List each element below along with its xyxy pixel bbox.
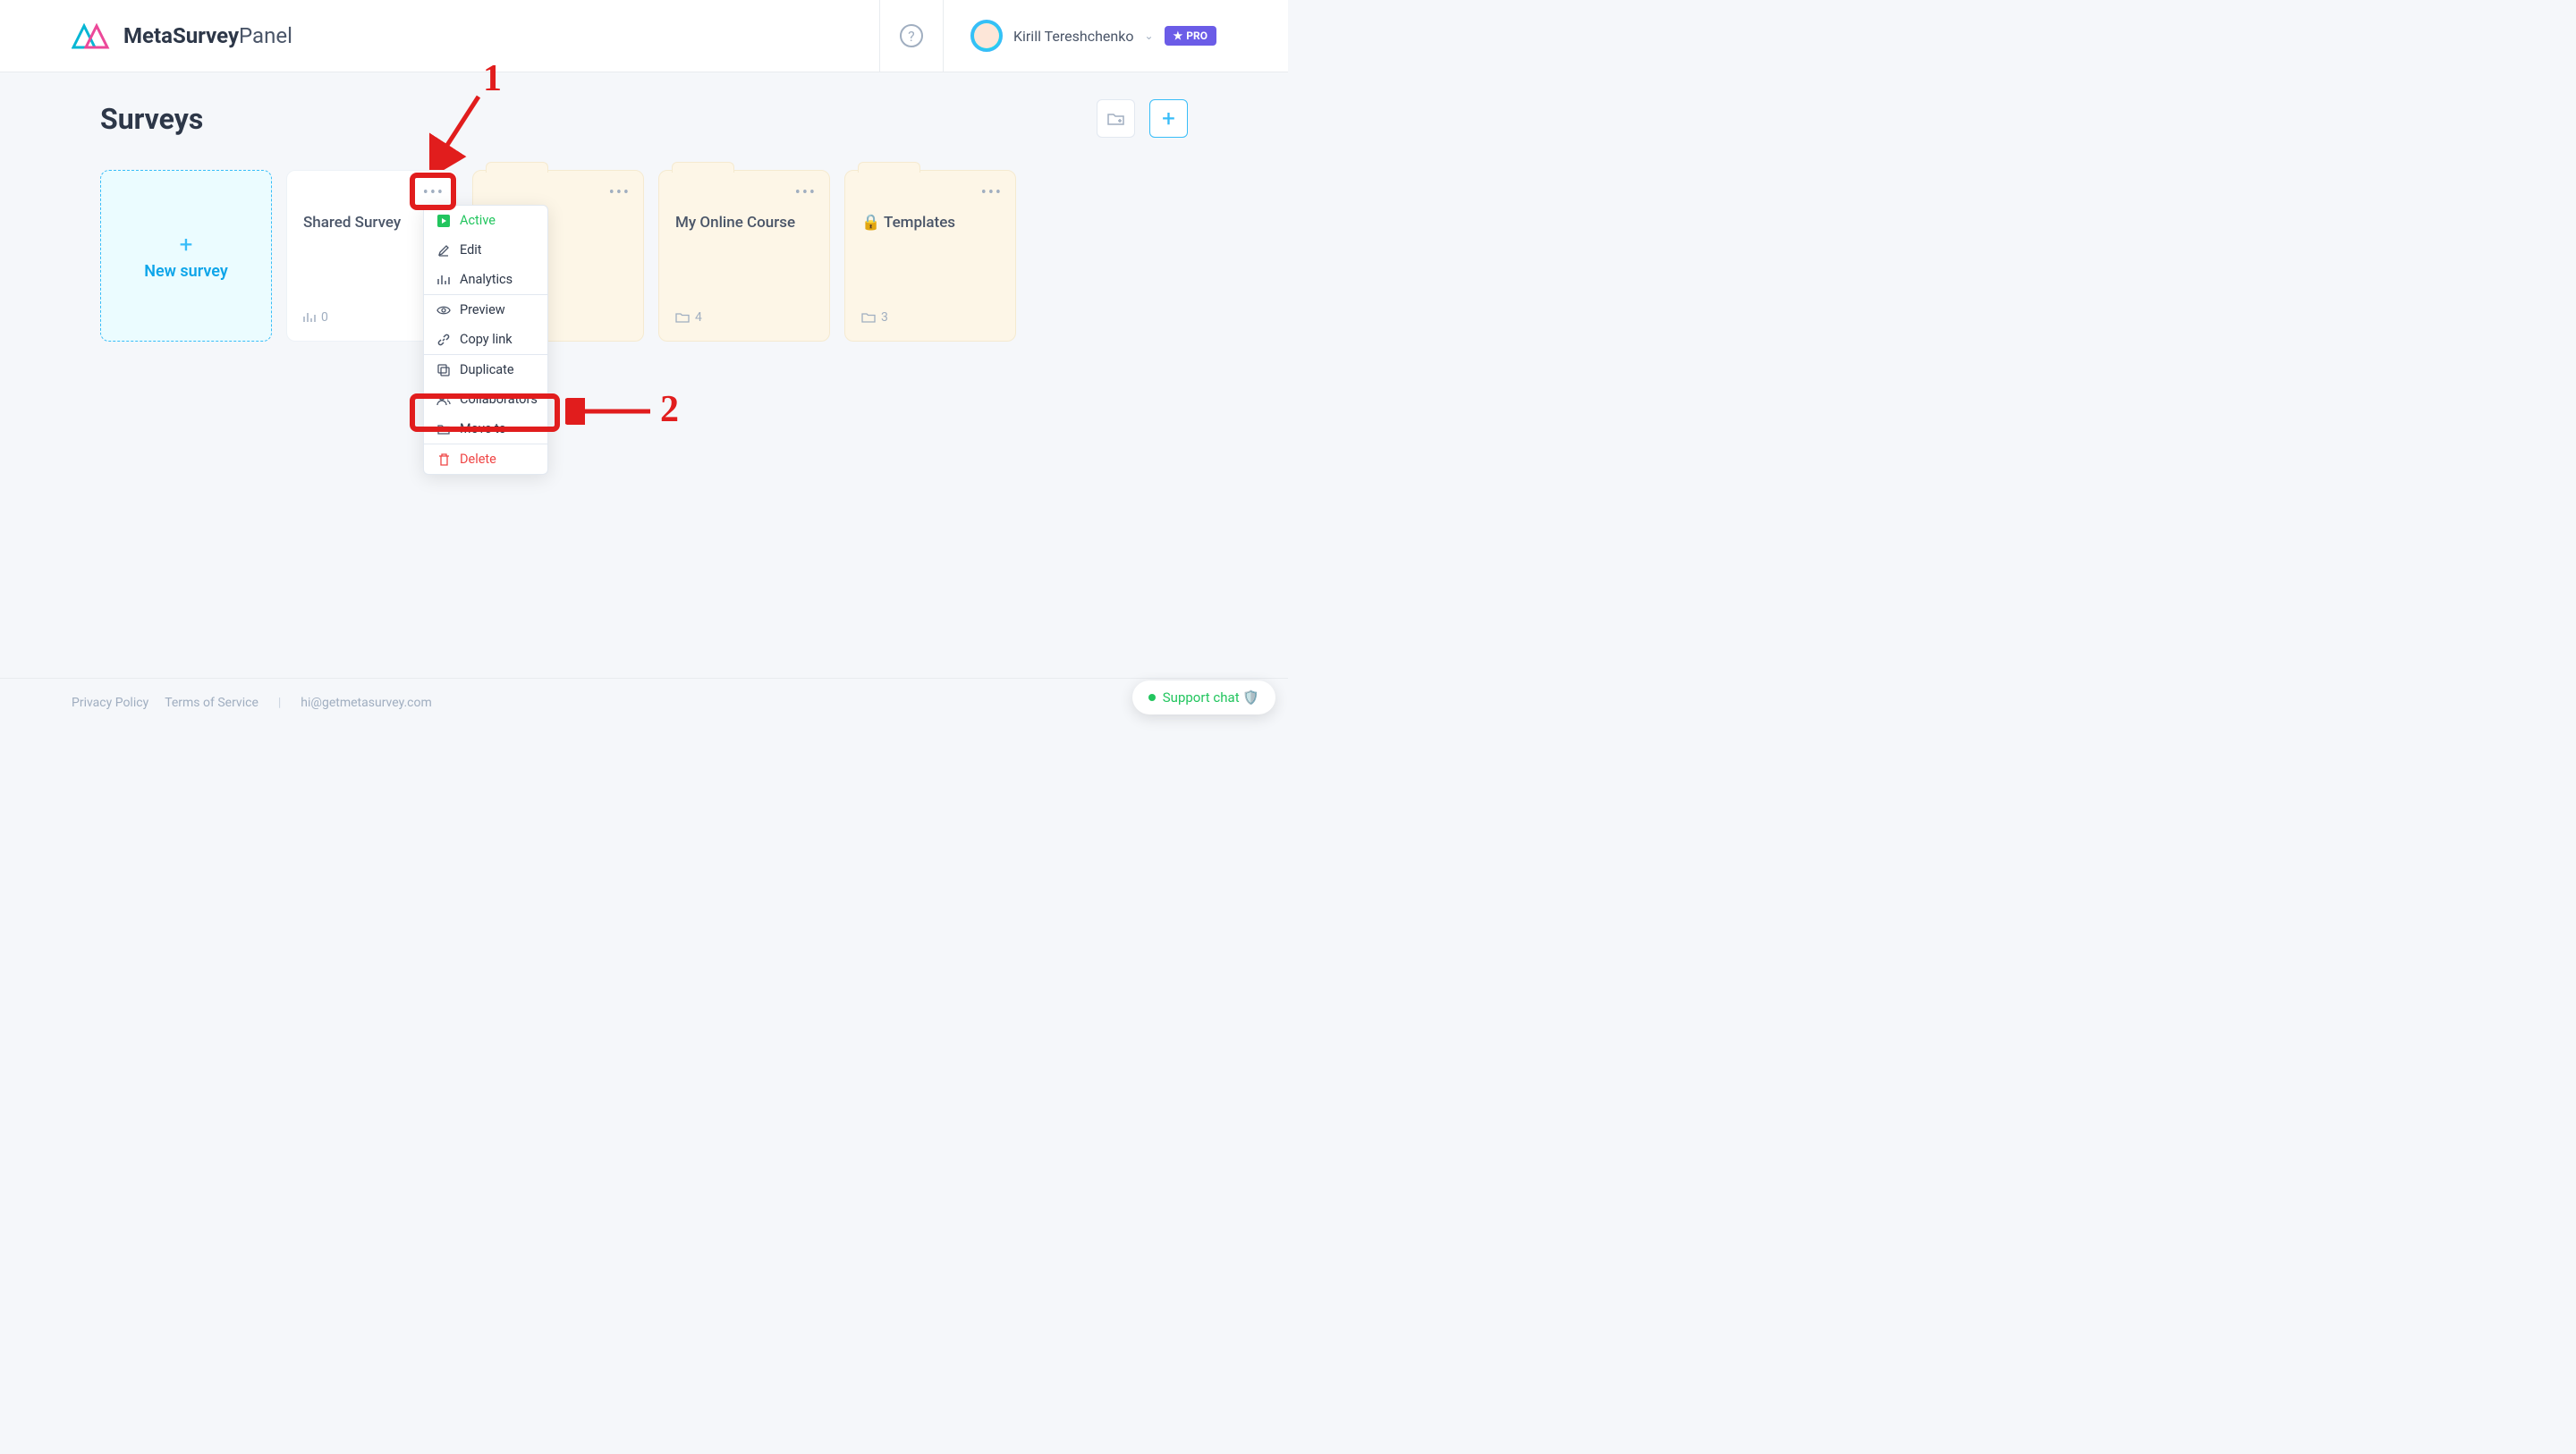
folder-icon [436,424,451,435]
annotation-number-2: 2 [660,388,679,431]
card-more-button[interactable]: ••• [981,183,1003,202]
folder-card[interactable]: ••• 🔒 Templates 3 [844,170,1016,342]
users-icon [436,393,451,406]
annotation-arrow-1 [429,89,492,170]
folder-tab [486,162,548,173]
pro-badge: ★ PRO [1165,26,1216,46]
card-title: Shared Survey [303,214,441,232]
menu-edit[interactable]: Edit [424,235,547,265]
chevron-down-icon: ⌄ [1144,30,1153,42]
main-content: Surveys + + New survey ••• Shared Survey… [0,72,1288,368]
card-more-button[interactable]: ••• [609,183,631,202]
avatar [970,20,1003,52]
eye-icon [436,305,451,316]
support-chat-button[interactable]: Support chat 🛡️ [1132,681,1275,714]
title-row: Surveys + [100,99,1188,138]
folder-tab [672,162,734,173]
menu-collaborators[interactable]: Collaborators [424,385,547,414]
menu-moveto[interactable]: Move to › [424,414,547,444]
annotation-number-1: 1 [483,57,502,100]
folder-icon [675,312,690,323]
folder-plus-icon [1107,112,1125,126]
header: MetaSurveyPanel ? Kirill Tereshchenko ⌄ … [0,0,1288,72]
chevron-right-icon: › [532,423,535,435]
folder-card[interactable]: ••• My Online Course 4 [658,170,830,342]
card-stat: 3 [861,310,888,325]
menu-active[interactable]: Active [424,206,547,235]
footer: Privacy Policy Terms of Service | hi@get… [0,678,1288,727]
menu-delete[interactable]: Delete [424,444,547,474]
card-stat: 0 [303,310,328,325]
star-icon: ★ [1174,30,1183,42]
logo[interactable]: MetaSurveyPanel [72,22,292,49]
user-menu[interactable]: Kirill Tereshchenko ⌄ ★ PRO [970,20,1216,52]
card-title: My Online Course [675,214,813,232]
new-folder-button[interactable] [1097,99,1135,138]
plus-icon: + [180,232,193,258]
footer-privacy[interactable]: Privacy Policy [72,696,148,710]
footer-terms[interactable]: Terms of Service [165,696,258,710]
link-icon [436,334,451,346]
analytics-icon [436,275,451,285]
page-title: Surveys [100,102,203,136]
card-more-button[interactable]: ••• [423,183,445,202]
menu-analytics[interactable]: Analytics [424,265,547,294]
card-title: 🔒 Templates [861,214,999,232]
annotation-arrow-2 [565,398,655,425]
pencil-icon [436,244,451,257]
footer-sep: | [278,696,281,710]
folder-tab [858,162,920,173]
card-more-button[interactable]: ••• [795,183,817,202]
menu-copylink[interactable]: Copy link [424,325,547,354]
menu-duplicate[interactable]: Duplicate [424,355,547,385]
help-icon: ? [900,24,923,47]
cards-row: + New survey ••• Shared Survey 0 ••• ts … [100,170,1188,342]
help-button[interactable]: ? [879,0,944,72]
menu-preview[interactable]: Preview [424,295,547,325]
folder-icon [861,312,876,323]
title-actions: + [1097,99,1188,138]
footer-email[interactable]: hi@getmetasurvey.com [301,696,431,710]
brand-text: MetaSurveyPanel [123,23,292,48]
create-button[interactable]: + [1149,99,1188,138]
card-stat: 4 [675,310,702,325]
plus-icon: + [1162,106,1175,132]
header-right: ? Kirill Tereshchenko ⌄ ★ PRO [879,0,1216,72]
context-menu: Active Edit Analytics Preview Copy link … [423,205,548,475]
online-dot-icon [1148,694,1156,701]
new-survey-label: New survey [144,262,228,281]
logo-icon [72,22,111,49]
analytics-icon [303,312,316,323]
duplicate-icon [436,364,451,376]
play-icon [436,215,451,227]
username: Kirill Tereshchenko [1013,28,1134,45]
trash-icon [436,453,451,466]
new-survey-card[interactable]: + New survey [100,170,272,342]
